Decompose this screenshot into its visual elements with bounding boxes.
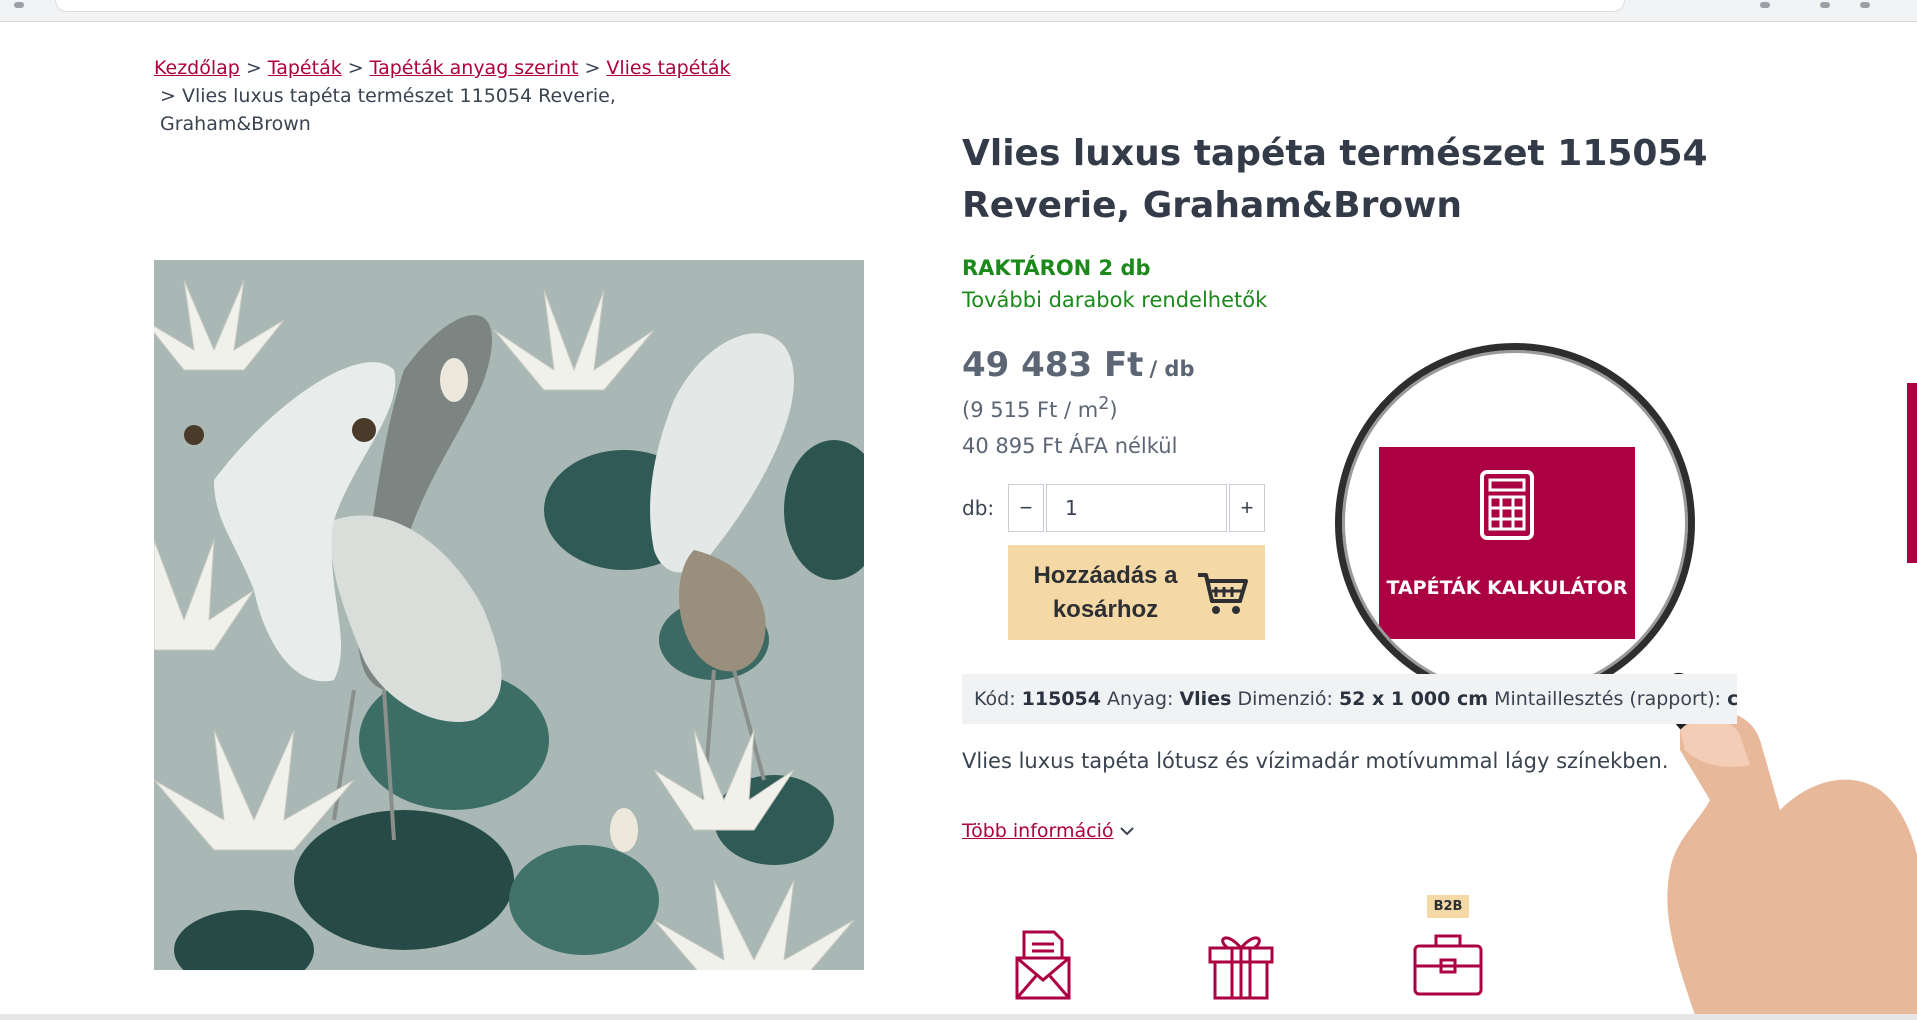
- briefcase-icon[interactable]: [1411, 928, 1485, 1002]
- product-image[interactable]: [154, 260, 864, 970]
- breadcrumb-separator: >: [584, 57, 601, 79]
- product-specs: Kód: 115054 Anyag: Vlies Dimenzió: 52 x …: [962, 674, 1737, 724]
- product-price: 49 483 Ft / db: [962, 345, 1195, 385]
- price-per-m2: (9 515 Ft / m2): [962, 394, 1118, 422]
- stock-note: További darabok rendelhetők: [962, 288, 1268, 312]
- spec-dimension: 52 x 1 000 cm: [1338, 688, 1489, 710]
- b2b-badge: B2B: [1427, 895, 1469, 918]
- chevron-down-icon[interactable]: [1118, 822, 1136, 840]
- wallpaper-pattern-illustration: [154, 260, 864, 970]
- extension-icon[interactable]: [1820, 2, 1830, 8]
- spec-code-label: Kód:: [974, 688, 1016, 710]
- spec-rapport-label: Mintaillesztés (rapport):: [1494, 688, 1722, 710]
- spec-rapport: cm: [1727, 688, 1737, 710]
- spec-material-label: Anyag:: [1107, 688, 1174, 710]
- side-tab[interactable]: [1907, 383, 1917, 563]
- magnifier-lens-icon: [1335, 343, 1695, 703]
- stock-status: RAKTÁRON 2 db: [962, 256, 1151, 280]
- product-title: Vlies luxus tapéta természet 115054 Reve…: [962, 133, 1708, 226]
- browser-icon: [14, 2, 24, 8]
- product-description: Vlies luxus tapéta lótusz és vízimadár m…: [962, 749, 1669, 773]
- extension-icon[interactable]: [1760, 2, 1770, 8]
- breadcrumb-material-link[interactable]: Tapéták anyag szerint: [370, 57, 579, 79]
- shopping-cart-icon: [1197, 572, 1248, 614]
- quantity-increase-button[interactable]: +: [1229, 484, 1265, 532]
- gift-icon[interactable]: [1206, 928, 1276, 1002]
- price-m2-suffix: ): [1109, 398, 1118, 422]
- add-to-cart-button[interactable]: Hozzáadás a kosárhoz: [1008, 545, 1265, 640]
- quantity-input[interactable]: [1046, 484, 1227, 532]
- spec-code: 115054: [1021, 688, 1101, 710]
- breadcrumb-separator: >: [245, 57, 262, 79]
- menu-icon[interactable]: [1860, 2, 1870, 8]
- hand-icon: [1667, 712, 1917, 1020]
- spec-material: Vlies: [1179, 688, 1232, 710]
- price-m2-sup: 2: [1098, 394, 1110, 414]
- price-m2-prefix: (9 515 Ft / m: [962, 398, 1099, 422]
- breadcrumb-tapetak-link[interactable]: Tapéták: [268, 57, 342, 79]
- breadcrumb-home-link[interactable]: Kezdőlap: [154, 57, 240, 79]
- envelope-letter-icon[interactable]: [1014, 928, 1072, 1002]
- address-bar[interactable]: [55, 0, 1625, 12]
- page-divider: [0, 1014, 1917, 1020]
- spec-dimension-label: Dimenzió:: [1237, 688, 1333, 710]
- browser-toolbar: [0, 0, 1917, 22]
- price-value: 49 483 Ft: [962, 345, 1144, 385]
- breadcrumb-separator: >: [347, 57, 364, 79]
- quantity-label: db:: [962, 496, 995, 520]
- price-net: 40 895 Ft ÁFA nélkül: [962, 434, 1178, 458]
- more-info-link[interactable]: Több információ: [962, 820, 1114, 842]
- breadcrumb-current: > Vlies luxus tapéta természet 115054 Re…: [160, 85, 616, 135]
- add-to-cart-label: Hozzáadás a kosárhoz: [1033, 561, 1178, 623]
- breadcrumb: Kezdőlap > Tapéták > Tapéták anyag szerint > V…: [154, 54, 754, 138]
- quantity-decrease-button[interactable]: −: [1008, 484, 1044, 532]
- breadcrumb-vlies-link[interactable]: Vlies tapéták: [606, 57, 730, 79]
- price-unit: / db: [1149, 357, 1195, 381]
